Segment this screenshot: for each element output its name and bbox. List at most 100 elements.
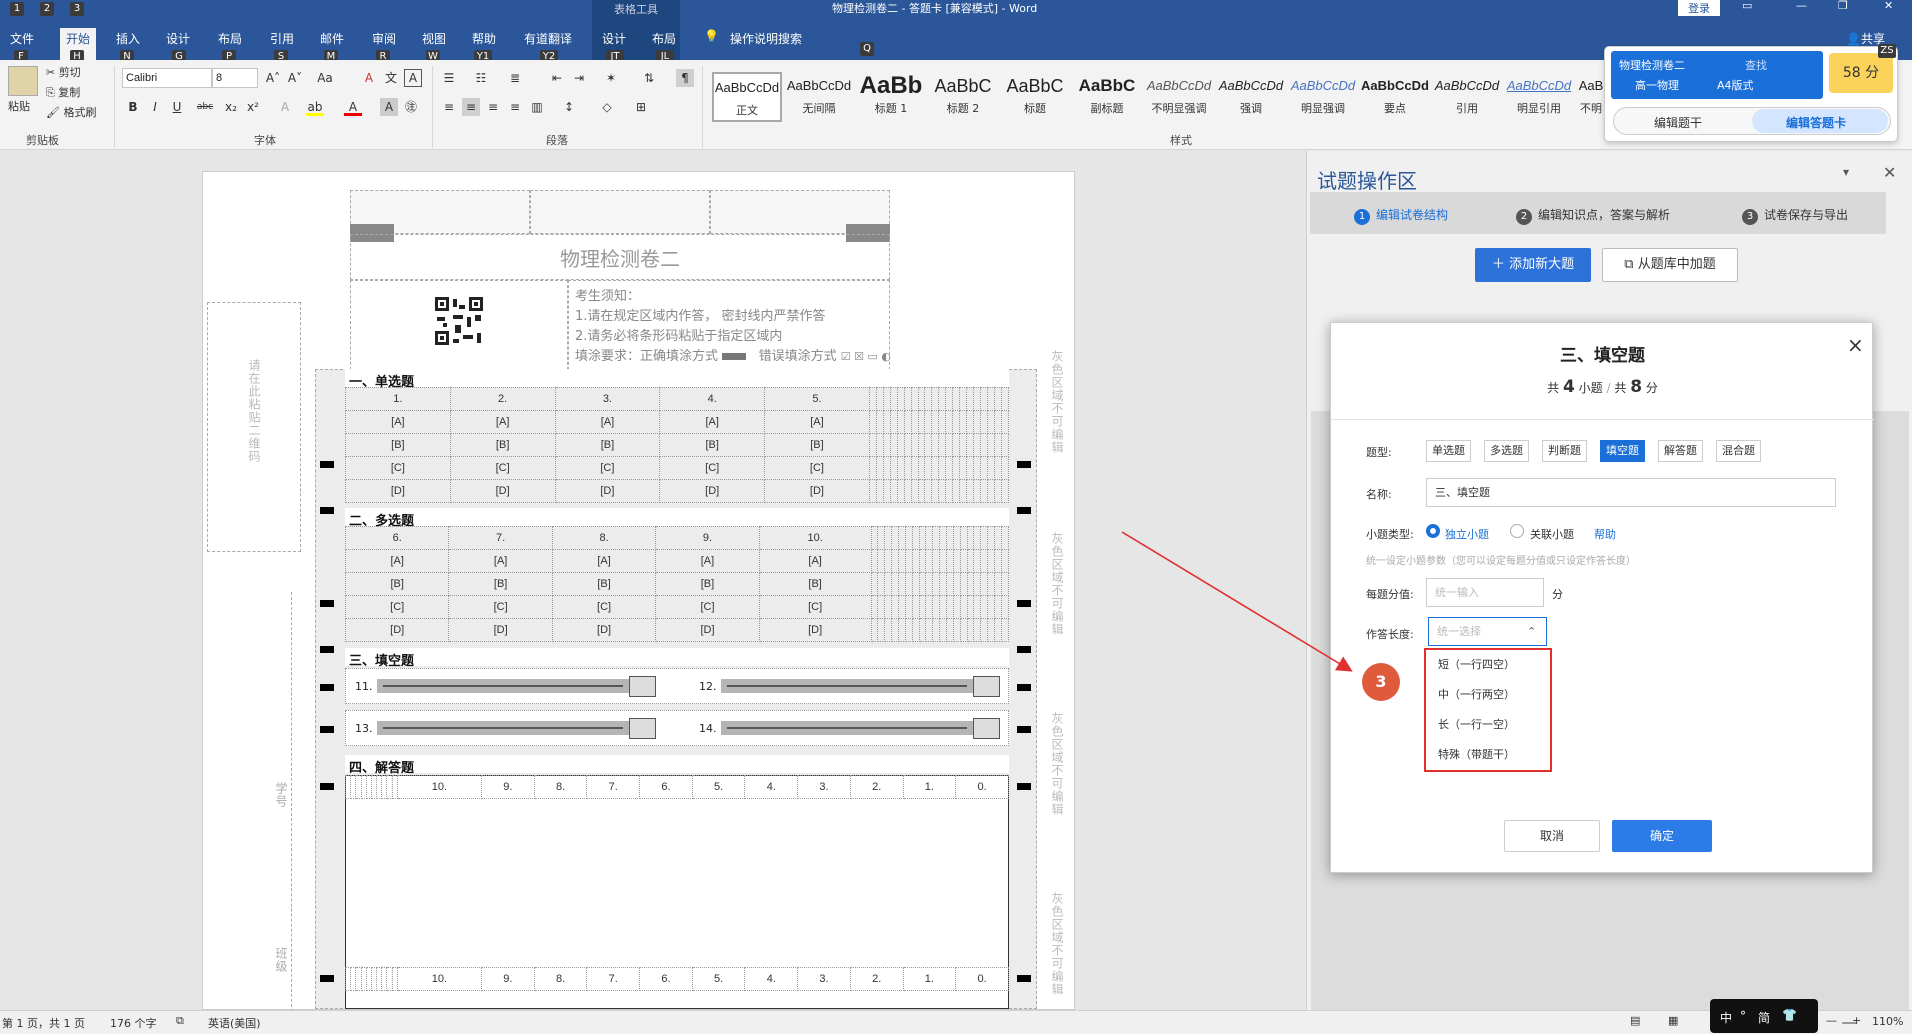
type-chip-multi[interactable]: 多选题	[1484, 440, 1529, 462]
shading-icon[interactable]: ◇	[598, 98, 616, 116]
align-center-icon[interactable]: ≡	[462, 98, 480, 116]
cut-button[interactable]: ✂ 剪切	[46, 64, 81, 80]
superscript-icon[interactable]: x²	[244, 98, 262, 116]
numbering-icon[interactable]: ☷	[472, 69, 490, 87]
page-count[interactable]: 第 1 页，共 1 页	[2, 1015, 85, 1031]
font-size-combo[interactable]: 8	[212, 68, 258, 88]
score-cell[interactable]: 7.	[586, 775, 641, 799]
maximize-icon[interactable]: ❐	[1838, 0, 1848, 12]
tab-design[interactable]: 设计	[166, 30, 190, 47]
option-a[interactable]: [A]	[758, 549, 872, 573]
option-a[interactable]: [A]	[344, 549, 450, 573]
decrease-indent-icon[interactable]: ⇤	[548, 69, 566, 87]
score-cell[interactable]: 4.	[744, 967, 799, 991]
option-d[interactable]: [D]	[344, 618, 450, 642]
option-b[interactable]: [B]	[758, 572, 872, 596]
cancel-button[interactable]: 取消	[1504, 820, 1600, 852]
language[interactable]: 英语(美国)	[208, 1015, 261, 1031]
justify-icon[interactable]: ≡	[506, 98, 524, 116]
text-effects-icon[interactable]: A	[276, 98, 294, 116]
style-no-spacing[interactable]: AaBbCcDd 无间隔	[784, 72, 854, 122]
ok-button[interactable]: 确定	[1612, 820, 1712, 852]
option-a[interactable]: [A]	[659, 410, 766, 434]
tab-help[interactable]: 帮助	[472, 30, 496, 47]
style-heading-1[interactable]: AaBb 标题 1	[856, 72, 926, 122]
proofing-icon[interactable]: ⧉	[176, 1014, 184, 1028]
borders-icon[interactable]: ⊞	[632, 98, 650, 116]
tab-home[interactable]: 开始	[66, 30, 90, 47]
option-a[interactable]: [A]	[554, 410, 661, 434]
style-strong[interactable]: AaBbCcDd 要点	[1360, 72, 1430, 122]
option-d[interactable]: [D]	[554, 479, 661, 503]
subscript-icon[interactable]: x₂	[222, 98, 240, 116]
strikethrough-icon[interactable]: abc	[196, 98, 214, 116]
score-cell[interactable]: 2.	[849, 967, 904, 991]
multilevel-list-icon[interactable]: ≣	[506, 69, 524, 87]
chinese-layout-icon[interactable]: ✶	[602, 69, 620, 87]
option-c[interactable]: [C]	[655, 595, 760, 619]
length-select[interactable]: 统一选择 ⌃	[1428, 617, 1547, 646]
score-cell[interactable]: 10.	[396, 775, 483, 799]
tab-references[interactable]: 引用	[270, 30, 294, 47]
option-c[interactable]: [C]	[449, 456, 556, 480]
option-a[interactable]: [A]	[449, 410, 556, 434]
bullets-icon[interactable]: ☰	[440, 69, 458, 87]
tab-youdao[interactable]: 有道翻译	[524, 30, 572, 47]
style-normal[interactable]: AaBbCcDd 正文	[712, 72, 782, 122]
clear-format-icon[interactable]: A	[360, 69, 378, 87]
enclose-char-icon[interactable]: ㊟	[402, 98, 420, 116]
format-painter-button[interactable]: 🖌 格式刷	[46, 104, 96, 120]
score-cell[interactable]: 1.	[902, 775, 957, 799]
pane-close-icon[interactable]: ✕	[1883, 163, 1896, 182]
option-b[interactable]: [B]	[345, 433, 451, 457]
tab-file[interactable]: 文件	[10, 30, 34, 47]
type-chip-mixed[interactable]: 混合题	[1716, 440, 1761, 462]
style-title[interactable]: AaBbC 标题	[1000, 72, 1070, 122]
score-cell[interactable]: 3.	[797, 967, 851, 991]
score-cell[interactable]: 9.	[481, 967, 535, 991]
sort-icon[interactable]: ⇅	[640, 69, 658, 87]
ribbon-display-icon[interactable]: ▭	[1742, 0, 1752, 12]
score-box[interactable]	[973, 718, 1000, 739]
type-chip-single[interactable]: 单选题	[1426, 440, 1471, 462]
show-marks-icon[interactable]: ¶	[676, 69, 694, 87]
style-intense-emphasis[interactable]: AaBbCcDd 明显强调	[1288, 72, 1358, 122]
align-left-icon[interactable]: ≡	[440, 98, 458, 116]
option-d[interactable]: [D]	[659, 479, 766, 503]
score-cell[interactable]: 2.	[849, 775, 904, 799]
radio-independent[interactable]	[1426, 524, 1440, 538]
phonetic-icon[interactable]: 文	[382, 69, 400, 87]
change-case-icon[interactable]: Aa	[316, 69, 334, 87]
score-cell[interactable]: 8.	[533, 967, 588, 991]
score-cell[interactable]: 6.	[639, 775, 693, 799]
option-d[interactable]: [D]	[449, 479, 556, 503]
tab-edit-stem[interactable]: 编辑题干	[1654, 114, 1702, 131]
highlight-icon[interactable]: ab	[306, 98, 324, 116]
score-cell[interactable]: 0.	[955, 775, 1009, 799]
score-cell[interactable]: 5.	[691, 967, 746, 991]
option-b[interactable]: [B]	[448, 572, 553, 596]
option-c[interactable]: [C]	[764, 456, 870, 480]
type-chip-fill[interactable]: 填空题	[1600, 440, 1645, 462]
underline-icon[interactable]: U	[168, 98, 186, 116]
style-emphasis[interactable]: AaBbCcDd 强调	[1216, 72, 1286, 122]
length-option-long[interactable]: 长（一行一空）	[1438, 716, 1515, 732]
option-c[interactable]: [C]	[448, 595, 553, 619]
increase-indent-icon[interactable]: ⇥	[570, 69, 588, 87]
italic-icon[interactable]: I	[146, 98, 164, 116]
score-cell[interactable]: 1.	[902, 967, 957, 991]
font-color-icon[interactable]: A	[344, 98, 362, 116]
tab-insert[interactable]: 插入	[116, 30, 140, 47]
minimize-icon[interactable]: —	[1796, 0, 1807, 12]
zoom-in-icon[interactable]: +	[1852, 1014, 1861, 1027]
option-b[interactable]: [B]	[551, 572, 657, 596]
score-cell[interactable]: 6.	[639, 967, 693, 991]
score-box[interactable]	[629, 676, 656, 697]
style-intense-quote[interactable]: AaBbCcDd 明显引用	[1504, 72, 1574, 122]
shrink-font-icon[interactable]: A˅	[286, 69, 304, 87]
type-chip-essay[interactable]: 解答题	[1658, 440, 1703, 462]
option-b[interactable]: [B]	[449, 433, 556, 457]
read-mode-icon[interactable]: ▤	[1630, 1014, 1640, 1027]
close-window-icon[interactable]: ✕	[1884, 0, 1893, 12]
zoom-out-icon[interactable]: —	[1826, 1014, 1837, 1027]
